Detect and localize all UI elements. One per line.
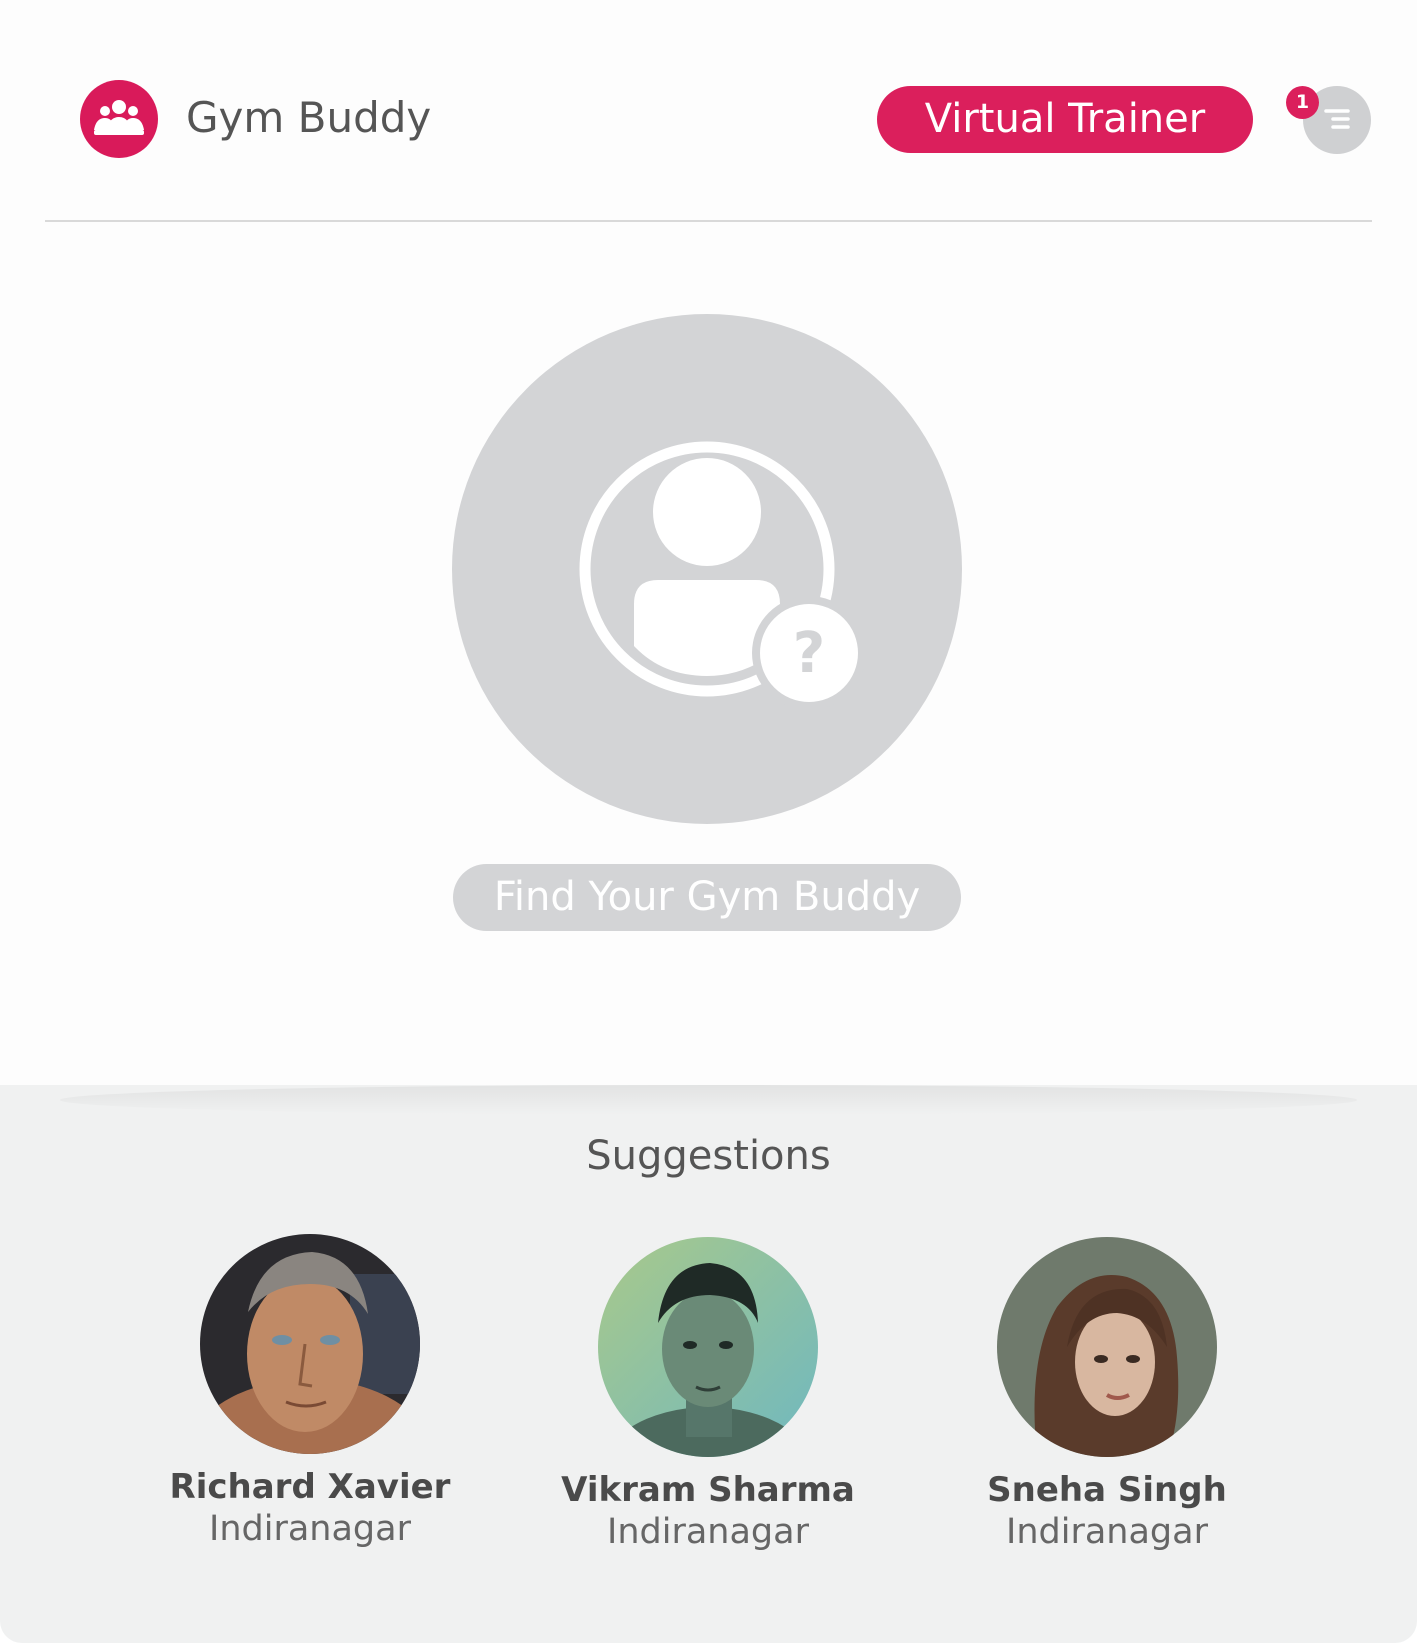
suggestion-card[interactable]: Vikram Sharma Indiranagar (558, 1237, 858, 1557)
svg-text:?: ? (793, 621, 825, 686)
unknown-user-icon: ? (579, 441, 866, 710)
suggestions-title: Suggestions (586, 1133, 831, 1179)
suggestion-name: Sneha Singh (987, 1470, 1227, 1510)
suggestion-location: Indiranagar (209, 1509, 411, 1549)
suggestion-location: Indiranagar (607, 1512, 809, 1552)
virtual-trainer-button[interactable]: Virtual Trainer (877, 86, 1253, 153)
app-title: Gym Buddy (186, 93, 432, 142)
header-divider (45, 220, 1372, 222)
suggestion-location: Indiranagar (1006, 1512, 1208, 1552)
suggestion-name: Richard Xavier (169, 1467, 451, 1507)
suggestion-card[interactable]: Richard Xavier Indiranagar (160, 1234, 460, 1554)
group-icon[interactable] (80, 80, 158, 158)
find-gym-buddy-button[interactable]: Find Your Gym Buddy (453, 864, 961, 931)
avatar[interactable] (997, 1237, 1217, 1457)
suggestion-name: Vikram Sharma (561, 1470, 855, 1510)
suggestion-card[interactable]: Sneha Singh Indiranagar (957, 1237, 1257, 1557)
avatar[interactable] (200, 1234, 420, 1454)
notification-badge[interactable]: 1 (1286, 86, 1319, 119)
find-buddy-avatar[interactable]: ? (452, 314, 962, 824)
avatar[interactable] (598, 1237, 818, 1457)
